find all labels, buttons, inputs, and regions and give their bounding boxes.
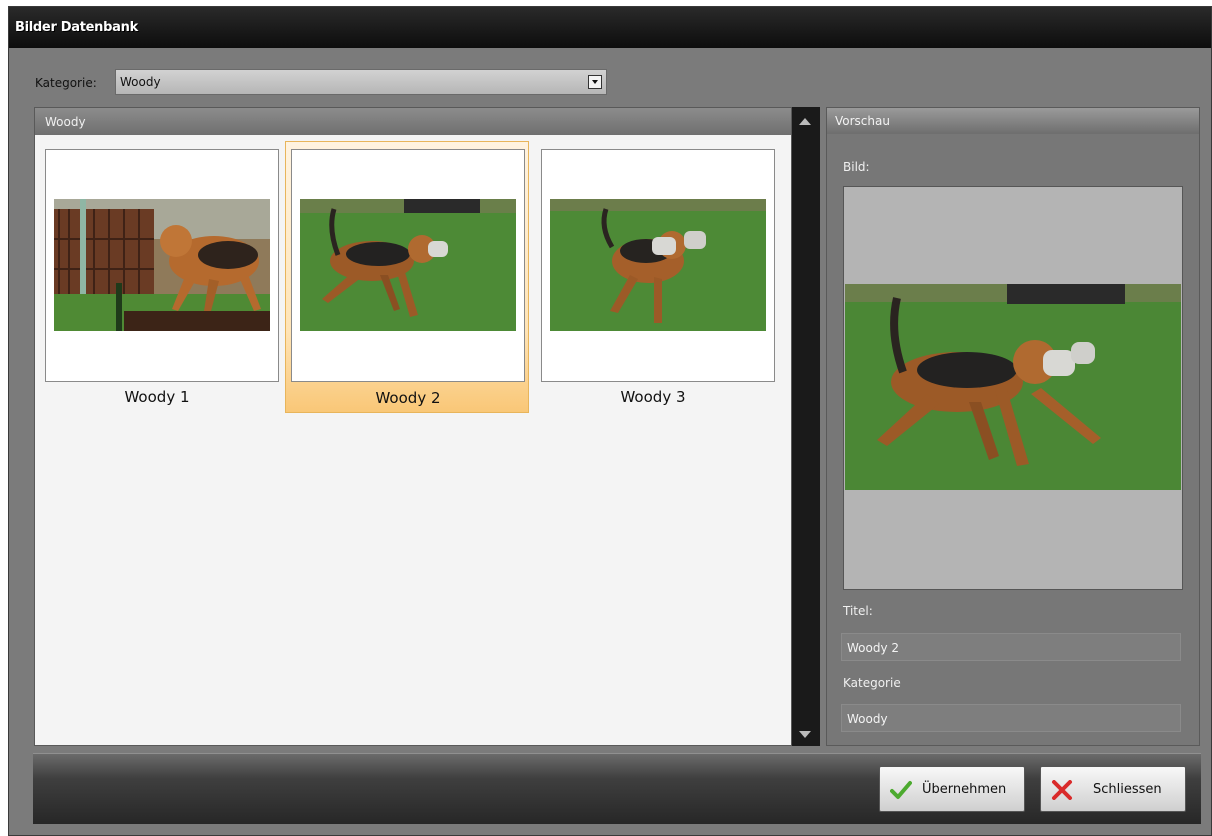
dialog-window: Bilder Datenbank Kategorie: Woody Woody	[8, 6, 1212, 836]
apply-button-label: Übernehmen	[922, 782, 1007, 797]
category-dropdown[interactable]: Woody	[115, 69, 607, 95]
button-bar: Übernehmen Schliessen	[33, 753, 1201, 824]
title-label: Titel:	[843, 604, 873, 618]
gallery-item-woody-1[interactable]: Woody 1	[35, 141, 279, 413]
category-field-value: Woody	[847, 712, 888, 726]
checkmark-icon	[890, 781, 912, 799]
gallery-scrollbar[interactable]	[792, 107, 820, 746]
category-dropdown-value: Woody	[120, 75, 161, 89]
gallery-item-caption: Woody 2	[375, 389, 441, 407]
preview-image-box	[843, 186, 1183, 590]
gallery-item-woody-3[interactable]: Woody 3	[531, 141, 775, 413]
scroll-up-arrow-icon[interactable]	[799, 118, 811, 125]
close-button-label: Schliessen	[1093, 782, 1162, 797]
title-bar: Bilder Datenbank	[9, 7, 1211, 48]
chevron-down-icon[interactable]	[588, 75, 602, 89]
red-x-icon	[1052, 780, 1072, 800]
dog-photo-preview	[845, 284, 1181, 490]
preview-panel: Vorschau Bild: Titel: Woody 2 Kategorie …	[826, 107, 1200, 746]
dog-photo-thumbnail	[300, 199, 516, 331]
dog-photo-thumbnail	[54, 199, 270, 331]
thumbnail-frame	[291, 149, 525, 382]
scroll-down-arrow-icon[interactable]	[799, 731, 811, 738]
image-gallery: Woody Woody 1 Woody 2 Woody 3	[34, 107, 792, 746]
dog-photo-thumbnail	[550, 199, 766, 331]
preview-header: Vorschau	[827, 108, 1199, 134]
preview-header-title: Vorschau	[835, 114, 890, 128]
thumbnail-frame	[541, 149, 775, 382]
title-field-value: Woody 2	[847, 641, 900, 655]
category-field-label: Kategorie	[843, 676, 901, 690]
thumbnail-frame	[45, 149, 279, 382]
category-field[interactable]: Woody	[841, 704, 1181, 732]
gallery-item-caption: Woody 3	[620, 388, 686, 406]
gallery-item-caption: Woody 1	[124, 388, 190, 406]
window-title: Bilder Datenbank	[15, 20, 138, 35]
image-label: Bild:	[843, 160, 870, 174]
category-label: Kategorie:	[35, 76, 97, 90]
gallery-header: Woody	[35, 108, 791, 135]
gallery-item-woody-2[interactable]: Woody 2	[285, 141, 529, 413]
apply-button[interactable]: Übernehmen	[879, 766, 1025, 812]
close-button[interactable]: Schliessen	[1040, 766, 1186, 812]
gallery-header-title: Woody	[45, 115, 86, 129]
title-field[interactable]: Woody 2	[841, 633, 1181, 661]
